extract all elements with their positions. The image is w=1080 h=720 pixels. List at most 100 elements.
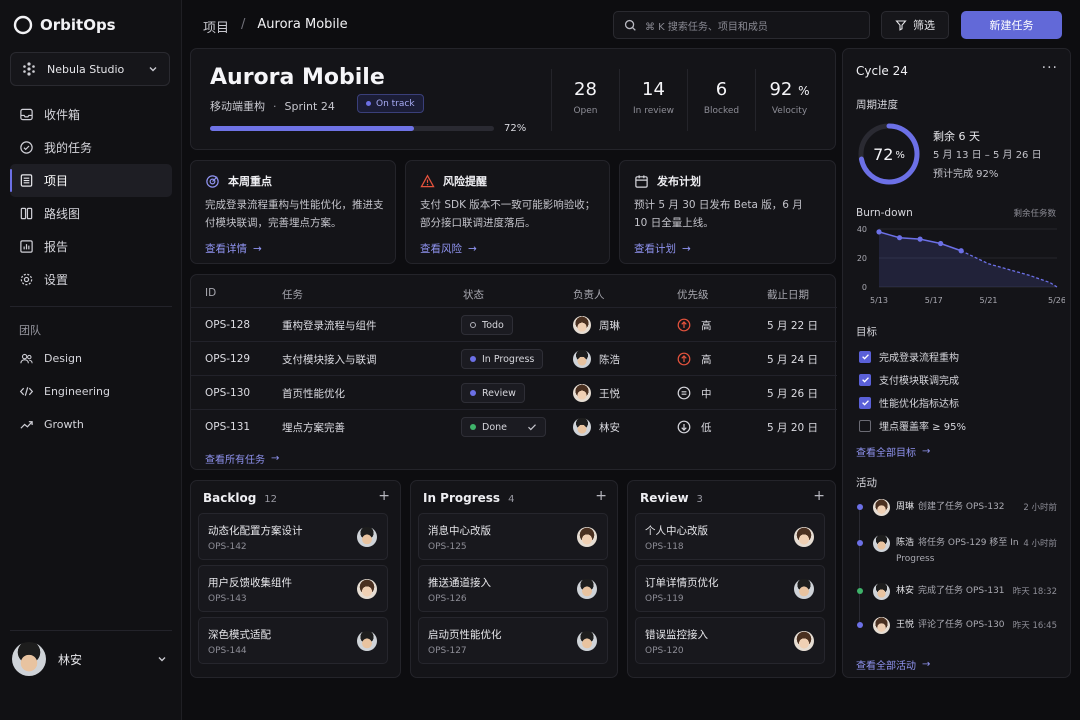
nav-item-settings[interactable]: 设置 <box>10 263 172 296</box>
avatar <box>873 499 890 516</box>
search-input[interactable]: ⌘ K 搜索任务、项目和成员 <box>613 11 870 39</box>
stat-blocked[interactable]: 6 Blocked <box>687 69 755 131</box>
board-card[interactable]: 订单详情页优化 OPS-119 <box>635 565 825 612</box>
checkbox-checked-icon[interactable] <box>859 396 871 409</box>
board-card[interactable]: 深色模式适配 OPS-144 <box>198 617 388 664</box>
table-row[interactable]: OPS-129 支付模块接入与联调 In Progress 陈浩 高 5 月 2… <box>191 341 837 375</box>
breadcrumb-root[interactable]: 项目 <box>203 17 229 36</box>
ring-percent-value: 72 <box>873 144 894 164</box>
status-pill[interactable]: Todo <box>461 315 513 335</box>
nav-item-inbox[interactable]: 收件箱 <box>10 98 172 131</box>
goal-item[interactable]: 完成登录流程重构 <box>859 349 959 364</box>
users-icon <box>20 353 33 364</box>
team-item-engineering[interactable]: Engineering <box>10 375 172 408</box>
board-card[interactable]: 错误监控接入 OPS-120 <box>635 617 825 664</box>
workspace-switcher[interactable]: Nebula Studio <box>10 52 170 86</box>
table-row[interactable]: OPS-130 首页性能优化 Review 王悦 中 5 月 26 日 <box>191 375 837 409</box>
board-card[interactable]: 动态化配置方案设计 OPS-142 <box>198 513 388 560</box>
status-done-icon <box>470 424 476 430</box>
team-item-growth[interactable]: Growth <box>10 408 172 441</box>
goal-item[interactable]: 性能优化指标达标 <box>859 395 959 410</box>
orbit-logo-icon <box>13 15 33 35</box>
card-id: OPS-118 <box>645 542 684 552</box>
arrow-right-icon: → <box>253 242 262 255</box>
filter-button[interactable]: 筛选 <box>881 11 949 39</box>
add-card-button[interactable]: + <box>378 488 390 504</box>
info-card-text: 支付 SDK 版本不一致可能影响验收；部分接口联调进度落后。 <box>420 199 596 229</box>
avatar <box>357 527 377 547</box>
status-pill[interactable]: In Progress <box>461 349 544 369</box>
nav-item-roadmap[interactable]: 路线图 <box>10 197 172 230</box>
stat-unit: % <box>798 84 810 98</box>
priority-label: 高 <box>701 353 712 366</box>
board-card[interactable]: 个人中心改版 OPS-118 <box>635 513 825 560</box>
activity-dot <box>857 504 863 510</box>
add-card-button[interactable]: + <box>813 488 825 504</box>
avatar <box>577 631 597 651</box>
info-card-title: 发布计划 <box>634 173 701 189</box>
view-plan-link[interactable]: 查看计划 → <box>634 241 691 256</box>
activity-user: 周琳 <box>896 502 915 512</box>
burndown-point <box>896 235 903 241</box>
checkbox-checked-icon[interactable] <box>859 350 871 363</box>
table-row[interactable]: OPS-131 埋点方案完善 Done 林安 低 5 月 20 日 <box>191 409 837 443</box>
status-pill[interactable]: Done <box>461 417 546 437</box>
view-all-goals-link[interactable]: 查看全部目标 → <box>856 444 930 459</box>
user-menu[interactable]: 林安 <box>12 640 168 678</box>
nav-item-projects[interactable]: 项目 <box>10 164 172 197</box>
filter-label: 筛选 <box>913 19 935 32</box>
arrow-right-icon: → <box>922 659 931 670</box>
activity-action: 评论了任务 OPS-130 <box>918 620 1005 630</box>
link-label: 查看所有任务 <box>205 455 265 466</box>
goal-item[interactable]: 支付模块联调完成 <box>859 372 959 387</box>
project-header-card: Aurora Mobile 移动端重构 · Sprint 24 On track… <box>190 48 836 150</box>
link-label: 查看全部目标 <box>856 448 916 459</box>
board-card[interactable]: 消息中心改版 OPS-125 <box>418 513 608 560</box>
due-date: 5 月 24 日 <box>767 353 819 366</box>
project-title: Aurora Mobile <box>210 65 385 90</box>
priority-label: 低 <box>701 421 712 434</box>
cycle-range: 5 月 13 日 – 5 月 26 日 <box>933 150 1042 161</box>
team-label: Design <box>44 352 82 365</box>
nav-label: 我的任务 <box>44 141 93 155</box>
breadcrumb-current: Aurora Mobile <box>257 17 348 32</box>
board-card[interactable]: 用户反馈收集组件 OPS-143 <box>198 565 388 612</box>
board-card[interactable]: 推送通道接入 OPS-126 <box>418 565 608 612</box>
new-task-button[interactable]: 新建任务 <box>961 11 1062 39</box>
view-details-link[interactable]: 查看详情 → <box>205 241 262 256</box>
board-card[interactable]: 启动页性能优化 OPS-127 <box>418 617 608 664</box>
table-row[interactable]: OPS-128 重构登录流程与组件 Todo 周琳 高 5 月 22 日 <box>191 307 837 341</box>
team-item-design[interactable]: Design <box>10 342 172 375</box>
checkbox-unchecked-icon[interactable] <box>859 419 871 432</box>
view-risks-link[interactable]: 查看风险 → <box>420 241 477 256</box>
stat-in-review[interactable]: 14 In review <box>619 69 687 131</box>
info-card-heading: 发布计划 <box>657 175 701 188</box>
avatar <box>573 316 591 334</box>
column-header: Backlog 12 <box>203 491 277 505</box>
goal-item[interactable]: 埋点覆盖率 ≥ 95% <box>859 418 966 433</box>
board-column-in-progress: In Progress 4 + 消息中心改版 OPS-125 推送通道接入 OPS-1… <box>410 480 618 678</box>
checkbox-checked-icon[interactable] <box>859 373 871 386</box>
chevron-down-icon <box>158 657 166 662</box>
project-progress-bar <box>210 126 494 131</box>
nav-item-reports[interactable]: 报告 <box>10 230 172 263</box>
status-pill[interactable]: Review <box>461 383 525 403</box>
stat-velocity[interactable]: 92 % Velocity <box>755 69 823 131</box>
nav-item-my-tasks[interactable]: 我的任务 <box>10 131 172 164</box>
view-all-tasks-link[interactable]: 查看所有任务 → <box>205 451 279 466</box>
avatar <box>577 579 597 599</box>
cycle-progress-ring: 72% <box>856 121 922 187</box>
stat-open[interactable]: 28 Open <box>551 69 619 131</box>
status-label: In Progress <box>482 353 535 365</box>
view-all-activity-link[interactable]: 查看全部活动 → <box>856 657 930 672</box>
due-date: 5 月 22 日 <box>767 319 819 332</box>
more-icon[interactable]: ··· <box>1042 60 1058 76</box>
activity-text: 周琳 创建了任务 OPS-132 <box>896 499 1024 515</box>
add-card-button[interactable]: + <box>595 488 607 504</box>
activity-timeline <box>859 507 860 627</box>
stat-label: Blocked <box>703 106 740 116</box>
filter-icon <box>895 20 907 31</box>
task-id: OPS-130 <box>205 387 251 399</box>
owner-cell: 陈浩 <box>573 342 620 376</box>
app-logo[interactable]: OrbitOps <box>13 15 116 35</box>
